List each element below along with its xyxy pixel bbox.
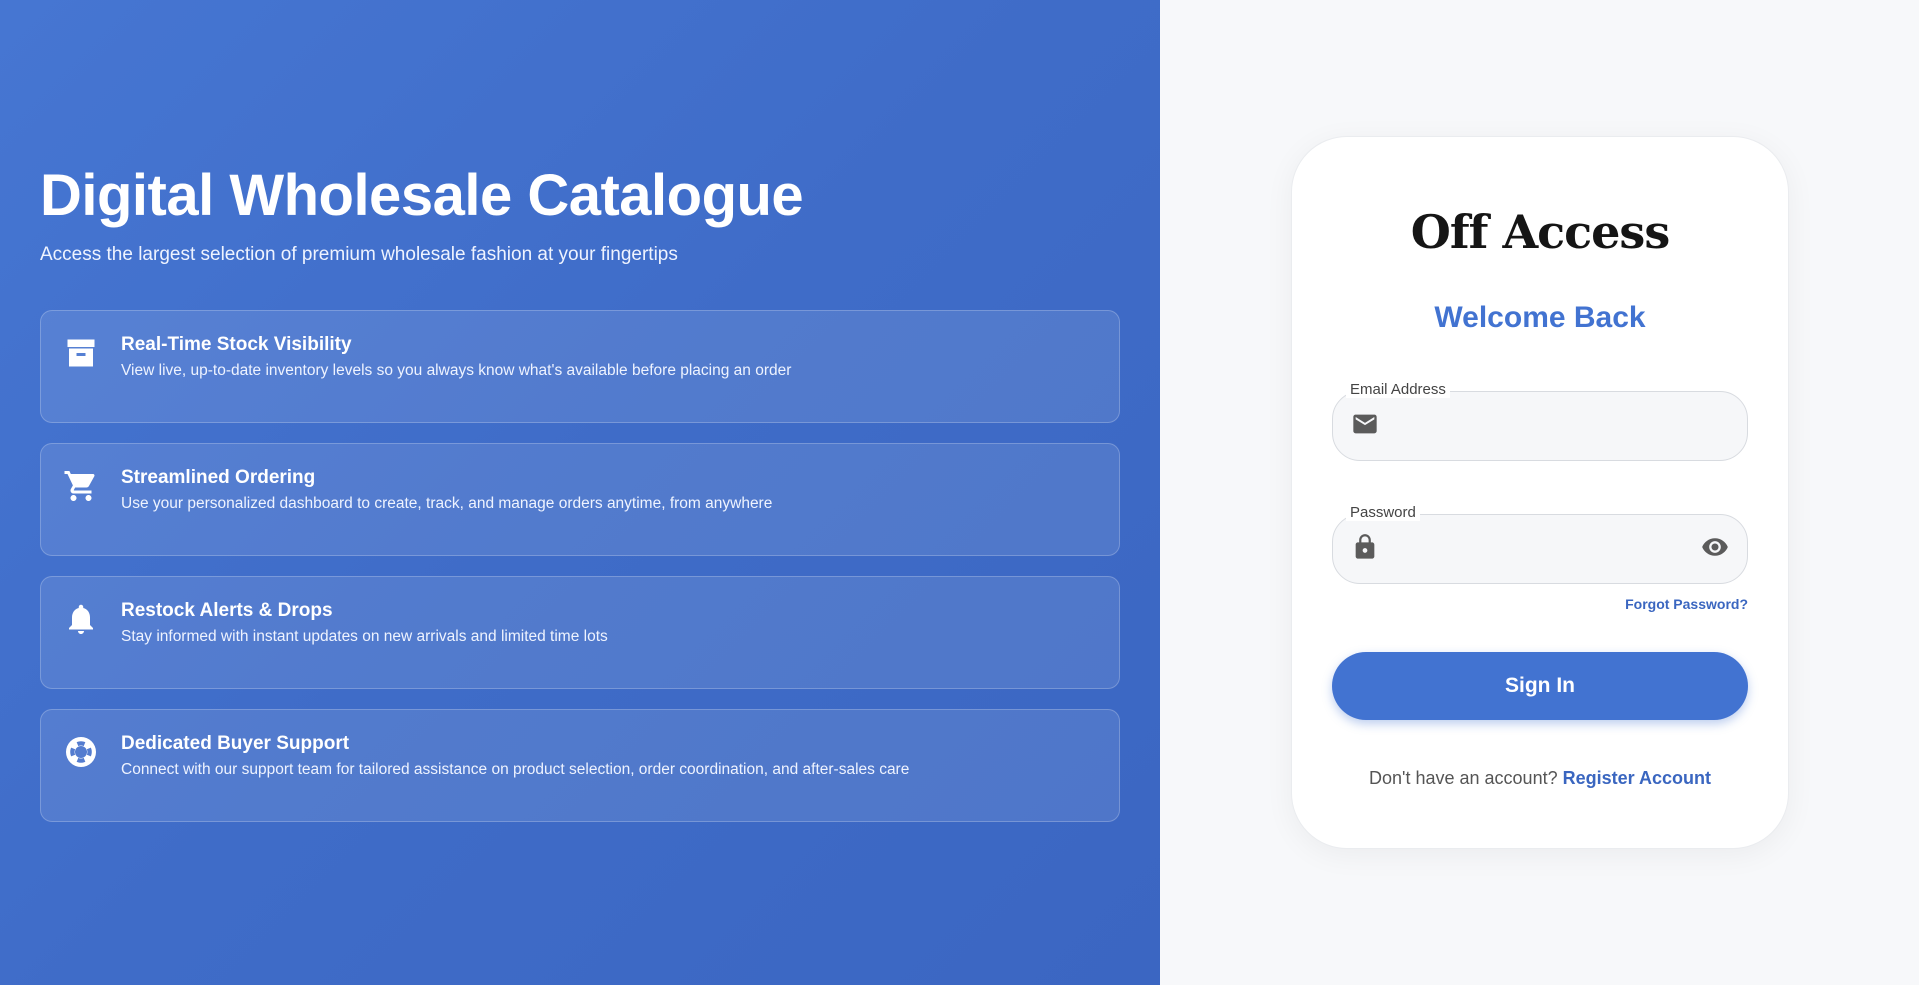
- register-prompt: Don't have an account? Register Account: [1332, 768, 1748, 789]
- eye-icon[interactable]: [1701, 533, 1729, 566]
- register-account-link[interactable]: Register Account: [1563, 768, 1711, 788]
- welcome-heading: Welcome Back: [1434, 301, 1646, 334]
- feature-card-stock: Real-Time Stock Visibility View live, up…: [40, 310, 1120, 423]
- feature-card-ordering: Streamlined Ordering Use your personaliz…: [40, 443, 1120, 556]
- hero-subtitle: Access the largest selection of premium …: [40, 244, 678, 265]
- feature-card-support: Dedicated Buyer Support Connect with our…: [40, 709, 1120, 822]
- password-field-group: Password: [1332, 504, 1748, 584]
- hero-title: Digital Wholesale Catalogue: [40, 163, 804, 228]
- password-label: Password: [1346, 504, 1420, 521]
- feature-description: Stay informed with instant updates on ne…: [121, 628, 608, 645]
- email-field-box[interactable]: [1332, 391, 1748, 461]
- feature-description: Use your personalized dashboard to creat…: [121, 495, 773, 512]
- password-field-box[interactable]: [1332, 514, 1748, 584]
- mail-icon: [1351, 410, 1379, 443]
- login-card: Off Access Welcome Back Email Address Pa…: [1291, 136, 1789, 849]
- feature-title: Streamlined Ordering: [121, 467, 316, 488]
- sign-in-button[interactable]: Sign In: [1332, 652, 1748, 720]
- email-field-group: Email Address: [1332, 381, 1748, 461]
- forgot-password-link[interactable]: Forgot Password?: [1332, 596, 1748, 612]
- brand-logo-text: Off Access: [1410, 205, 1670, 259]
- email-input[interactable]: [1391, 392, 1729, 460]
- feature-title: Dedicated Buyer Support: [121, 733, 350, 754]
- lock-icon: [1351, 533, 1379, 566]
- shopping-cart-icon: [63, 466, 99, 506]
- hero-panel: Digital Wholesale Catalogue Access the l…: [0, 0, 1160, 985]
- feature-list: Real-Time Stock Visibility View live, up…: [40, 310, 1120, 822]
- password-input[interactable]: [1391, 515, 1701, 583]
- bell-icon: [63, 599, 99, 639]
- lifebuoy-icon: [63, 732, 99, 772]
- feature-title: Restock Alerts & Drops: [121, 600, 333, 621]
- feature-card-alerts: Restock Alerts & Drops Stay informed wit…: [40, 576, 1120, 689]
- feature-description: View live, up-to-date inventory levels s…: [121, 362, 792, 379]
- archive-box-icon: [63, 333, 99, 373]
- email-label: Email Address: [1346, 381, 1450, 398]
- no-account-text: Don't have an account?: [1369, 768, 1558, 788]
- feature-description: Connect with our support team for tailor…: [121, 761, 910, 778]
- feature-title: Real-Time Stock Visibility: [121, 334, 352, 355]
- login-side-panel: Off Access Welcome Back Email Address Pa…: [1160, 0, 1919, 985]
